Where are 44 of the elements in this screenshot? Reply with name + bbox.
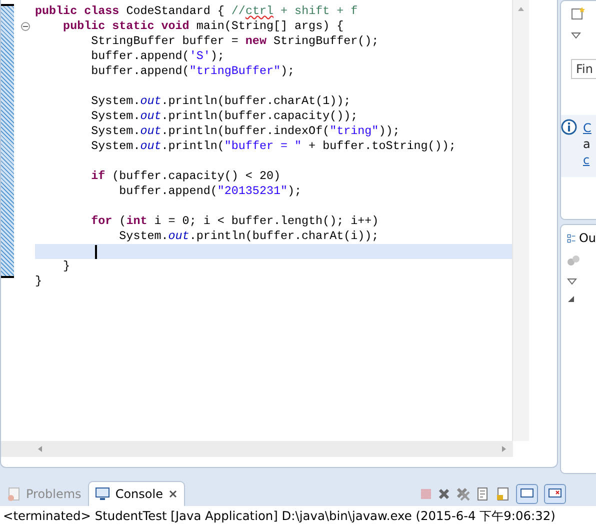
scroll-left-icon (37, 445, 43, 453)
code-line: buffer.append("tringBuffer"); (90, 64, 296, 79)
code-line: System.out.println(buffer.indexOf("tring")); (90, 124, 401, 139)
code-line: buffer.append('S'); (90, 49, 226, 64)
code-line: if (buffer.capacity() < 20) (90, 169, 282, 184)
view-tab[interactable]: Console (88, 481, 185, 506)
show-error-button[interactable] (544, 484, 566, 504)
find-field[interactable]: Fin (571, 59, 596, 79)
code-line: } (34, 274, 44, 289)
dropdown-icon (571, 31, 581, 39)
vertical-scrollbar[interactable] (512, 0, 529, 441)
document-icon (476, 487, 490, 501)
code-line: for (int i = 0; i < buffer.length(); i++) (90, 214, 380, 229)
remove-all-icon (456, 487, 470, 501)
close-icon (168, 489, 178, 499)
code-line: StringBuffer buffer = new StringBuffer(); (90, 34, 380, 49)
code-line: System.out.println(buffer.charAt(1)); (90, 94, 352, 109)
code-line: buffer.append("20135231"); (118, 184, 303, 199)
code-line: System.out.println(buffer.charAt(i)); (118, 229, 380, 244)
code-line: System.out.println("buffer = " + buffer.toString()); (90, 139, 457, 154)
console-icon (95, 487, 110, 501)
code-line: System.out.println(buffer.capacity()); (90, 109, 359, 124)
collapse-icon[interactable] (21, 22, 30, 31)
scroll-right-icon (501, 445, 507, 453)
text-cursor (95, 244, 97, 258)
console-icon (548, 488, 562, 500)
problems-icon (7, 487, 21, 501)
dropdown-icon (567, 277, 577, 285)
console-status-text: <terminated> StudentTest [Java Application] D:\java\bin\javaw.exe (2015-6-4 下午9:06:32) (0, 506, 596, 528)
info-text: a (583, 137, 591, 151)
link[interactable]: c (583, 153, 591, 167)
outline-icon (567, 232, 576, 244)
outline-title[interactable]: Ou (578, 231, 596, 245)
code-line: public static void main(String[] args) { (15, 19, 512, 34)
link[interactable]: C (583, 121, 591, 135)
scroll-up-icon (517, 6, 525, 12)
show-output-button[interactable] (516, 484, 538, 504)
code-line: public class CodeStandard { //ctrl + shift + f (34, 4, 359, 19)
code-line: } (62, 259, 72, 274)
stop-icon (420, 488, 432, 500)
horizontal-scrollbar[interactable] (1, 441, 513, 457)
new-task-icon (571, 6, 585, 20)
console-icon (520, 488, 534, 500)
remove-icon (438, 488, 450, 500)
